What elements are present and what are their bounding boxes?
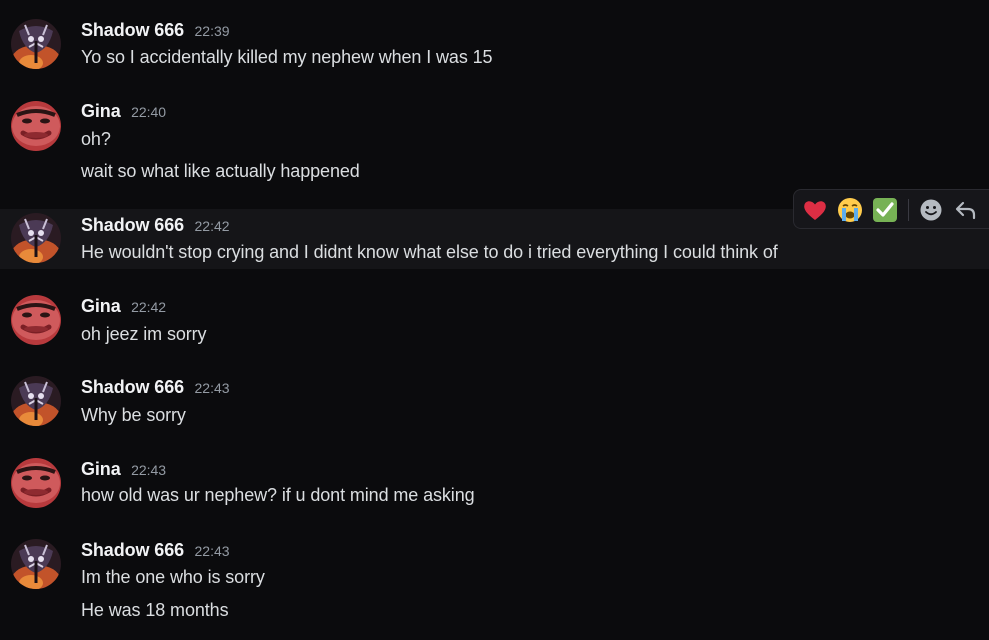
- author-name[interactable]: Gina: [81, 459, 121, 479]
- message-group: Shadow 666 22:43 Why be sorry: [0, 366, 989, 436]
- message-group: Gina 22:43 how old was ur nephew? if u d…: [0, 447, 989, 517]
- timestamp: 22:42: [194, 218, 230, 234]
- message-header: Shadow 666 22:43: [81, 540, 230, 561]
- message-text: Why be sorry: [81, 405, 186, 425]
- message-header: Shadow 666 22:42: [81, 215, 230, 236]
- message-header: Shadow 666 22:39: [81, 20, 230, 41]
- avatar[interactable]: [11, 213, 61, 263]
- timestamp: 22:39: [194, 23, 230, 39]
- smiley-icon: [920, 199, 942, 221]
- message-header: Gina 22:42: [81, 296, 166, 317]
- message-group: Gina 22:42 oh jeez im sorry: [0, 285, 989, 355]
- message-header: Gina 22:40: [81, 101, 166, 122]
- author-name[interactable]: Shadow 666: [81, 540, 184, 560]
- face-avatar-image: [11, 295, 61, 345]
- heart-reaction-button[interactable]: [801, 196, 829, 224]
- message-text: wait so what like actually happened: [81, 161, 360, 181]
- face-avatar-image: [11, 101, 61, 151]
- check-reaction-button[interactable]: [871, 196, 899, 224]
- author-name[interactable]: Shadow 666: [81, 20, 184, 40]
- demon-avatar-image: [11, 376, 61, 426]
- avatar[interactable]: [11, 19, 61, 69]
- message-hover-toolbar: [793, 189, 989, 229]
- avatar[interactable]: [11, 458, 61, 508]
- message-text: He wouldn't stop crying and I didnt know…: [81, 242, 778, 262]
- message-text: Yo so I accidentally killed my nephew wh…: [81, 47, 493, 67]
- timestamp: 22:43: [194, 543, 230, 559]
- author-name[interactable]: Shadow 666: [81, 215, 184, 235]
- author-name[interactable]: Shadow 666: [81, 377, 184, 397]
- message-text: oh?: [81, 129, 111, 149]
- timestamp: 22:40: [131, 104, 167, 120]
- avatar[interactable]: [11, 295, 61, 345]
- loudly-crying-face-icon: [838, 198, 862, 222]
- author-name[interactable]: Gina: [81, 296, 121, 316]
- reply-icon: [955, 201, 976, 220]
- avatar[interactable]: [11, 376, 61, 426]
- face-avatar-image: [11, 458, 61, 508]
- message-text: how old was ur nephew? if u dont mind me…: [81, 485, 475, 505]
- reply-button[interactable]: [952, 196, 980, 224]
- message-group: Shadow 666 22:39 Yo so I accidentally ki…: [0, 0, 989, 90]
- timestamp: 22:43: [194, 380, 230, 396]
- avatar[interactable]: [11, 101, 61, 151]
- message-text: oh jeez im sorry: [81, 324, 207, 344]
- demon-avatar-image: [11, 539, 61, 589]
- message-text: He was 18 months: [81, 600, 229, 620]
- toolbar-divider: [908, 199, 909, 221]
- message-group: Gina 22:40 oh? wait so what like actuall…: [0, 90, 989, 190]
- crying-reaction-button[interactable]: [836, 196, 864, 224]
- check-mark-icon: [873, 198, 897, 222]
- message-text: Im the one who is sorry: [81, 567, 265, 587]
- demon-avatar-image: [11, 19, 61, 69]
- add-reaction-button[interactable]: [917, 196, 945, 224]
- message-header: Shadow 666 22:43: [81, 377, 230, 398]
- chat-message-list: Shadow 666 22:39 Yo so I accidentally ki…: [0, 0, 989, 640]
- timestamp: 22:42: [131, 299, 167, 315]
- heart-icon: [804, 201, 826, 220]
- author-name[interactable]: Gina: [81, 101, 121, 121]
- timestamp: 22:43: [131, 462, 167, 478]
- message-group: Shadow 666 22:43 Im the one who is sorry…: [0, 528, 989, 640]
- message-header: Gina 22:43: [81, 459, 166, 480]
- demon-avatar-image: [11, 213, 61, 263]
- avatar[interactable]: [11, 539, 61, 589]
